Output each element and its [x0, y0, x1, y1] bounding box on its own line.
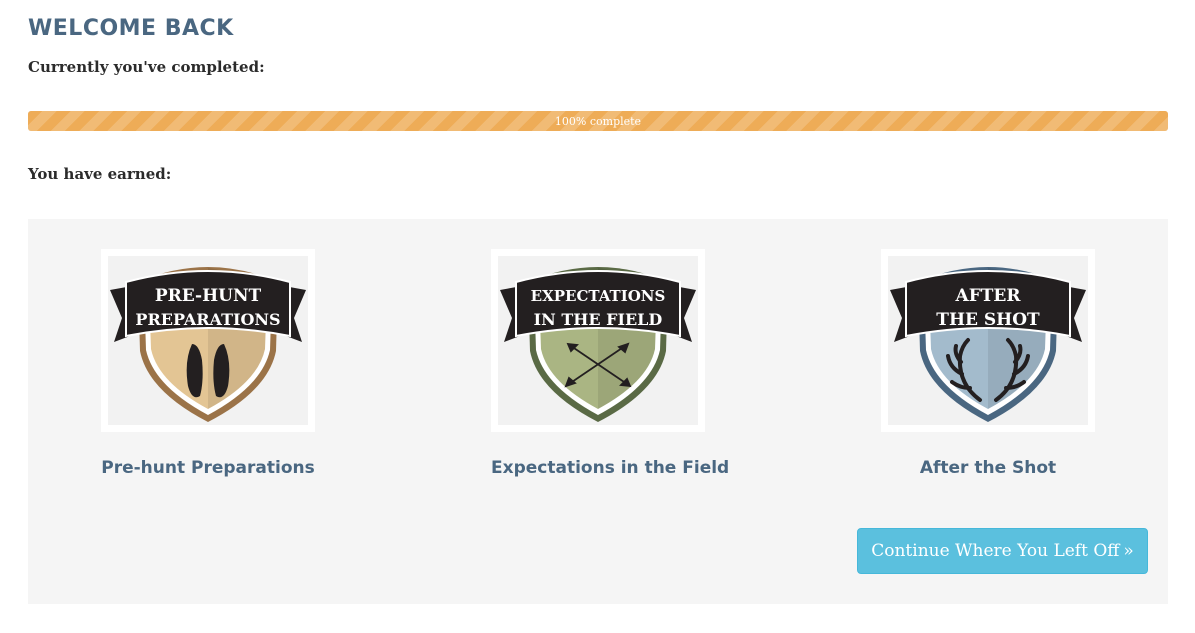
badges-panel: PRE-HUNT PREPARATIONS Pre-hunt Preparati… — [28, 219, 1168, 604]
completed-label: Currently you've completed: — [28, 58, 265, 76]
badge-banner-line2: THE SHOT — [936, 310, 1040, 330]
progress-bar: 100% complete — [28, 111, 1168, 131]
badge-caption: After the Shot — [919, 458, 1057, 478]
badge-card-expectations[interactable]: EXPECTATIONS IN THE FIELD Expectations i… — [491, 249, 730, 478]
badge-image-pre-hunt: PRE-HUNT PREPARATIONS — [101, 249, 315, 432]
badge-caption: Expectations in the Field — [491, 458, 730, 478]
badge-caption: Pre-hunt Preparations — [101, 458, 315, 478]
badge-card-pre-hunt[interactable]: PRE-HUNT PREPARATIONS Pre-hunt Preparati… — [101, 249, 315, 478]
progress-fill: 100% complete — [28, 111, 1168, 131]
badge-card-after-shot[interactable]: AFTER THE SHOT After the Shot — [881, 249, 1095, 478]
double-chevron-right-icon: » — [1123, 541, 1134, 561]
continue-button[interactable]: Continue Where You Left Off » — [857, 528, 1148, 574]
badge-banner-line1: AFTER — [955, 286, 1022, 306]
badge-banner-line2: PREPARATIONS — [135, 310, 280, 329]
progress-label: 100% complete — [554, 114, 642, 128]
earned-label: You have earned: — [28, 165, 172, 183]
badge-banner-line2: IN THE FIELD — [534, 310, 663, 329]
badge-banner-line1: EXPECTATIONS — [531, 287, 666, 305]
page-title: WELCOME BACK — [28, 16, 234, 41]
badge-banner-line1: PRE-HUNT — [155, 286, 262, 306]
continue-button-label: Continue Where You Left Off — [871, 541, 1120, 561]
badge-image-expectations: EXPECTATIONS IN THE FIELD — [491, 249, 705, 432]
badge-image-after-shot: AFTER THE SHOT — [881, 249, 1095, 432]
